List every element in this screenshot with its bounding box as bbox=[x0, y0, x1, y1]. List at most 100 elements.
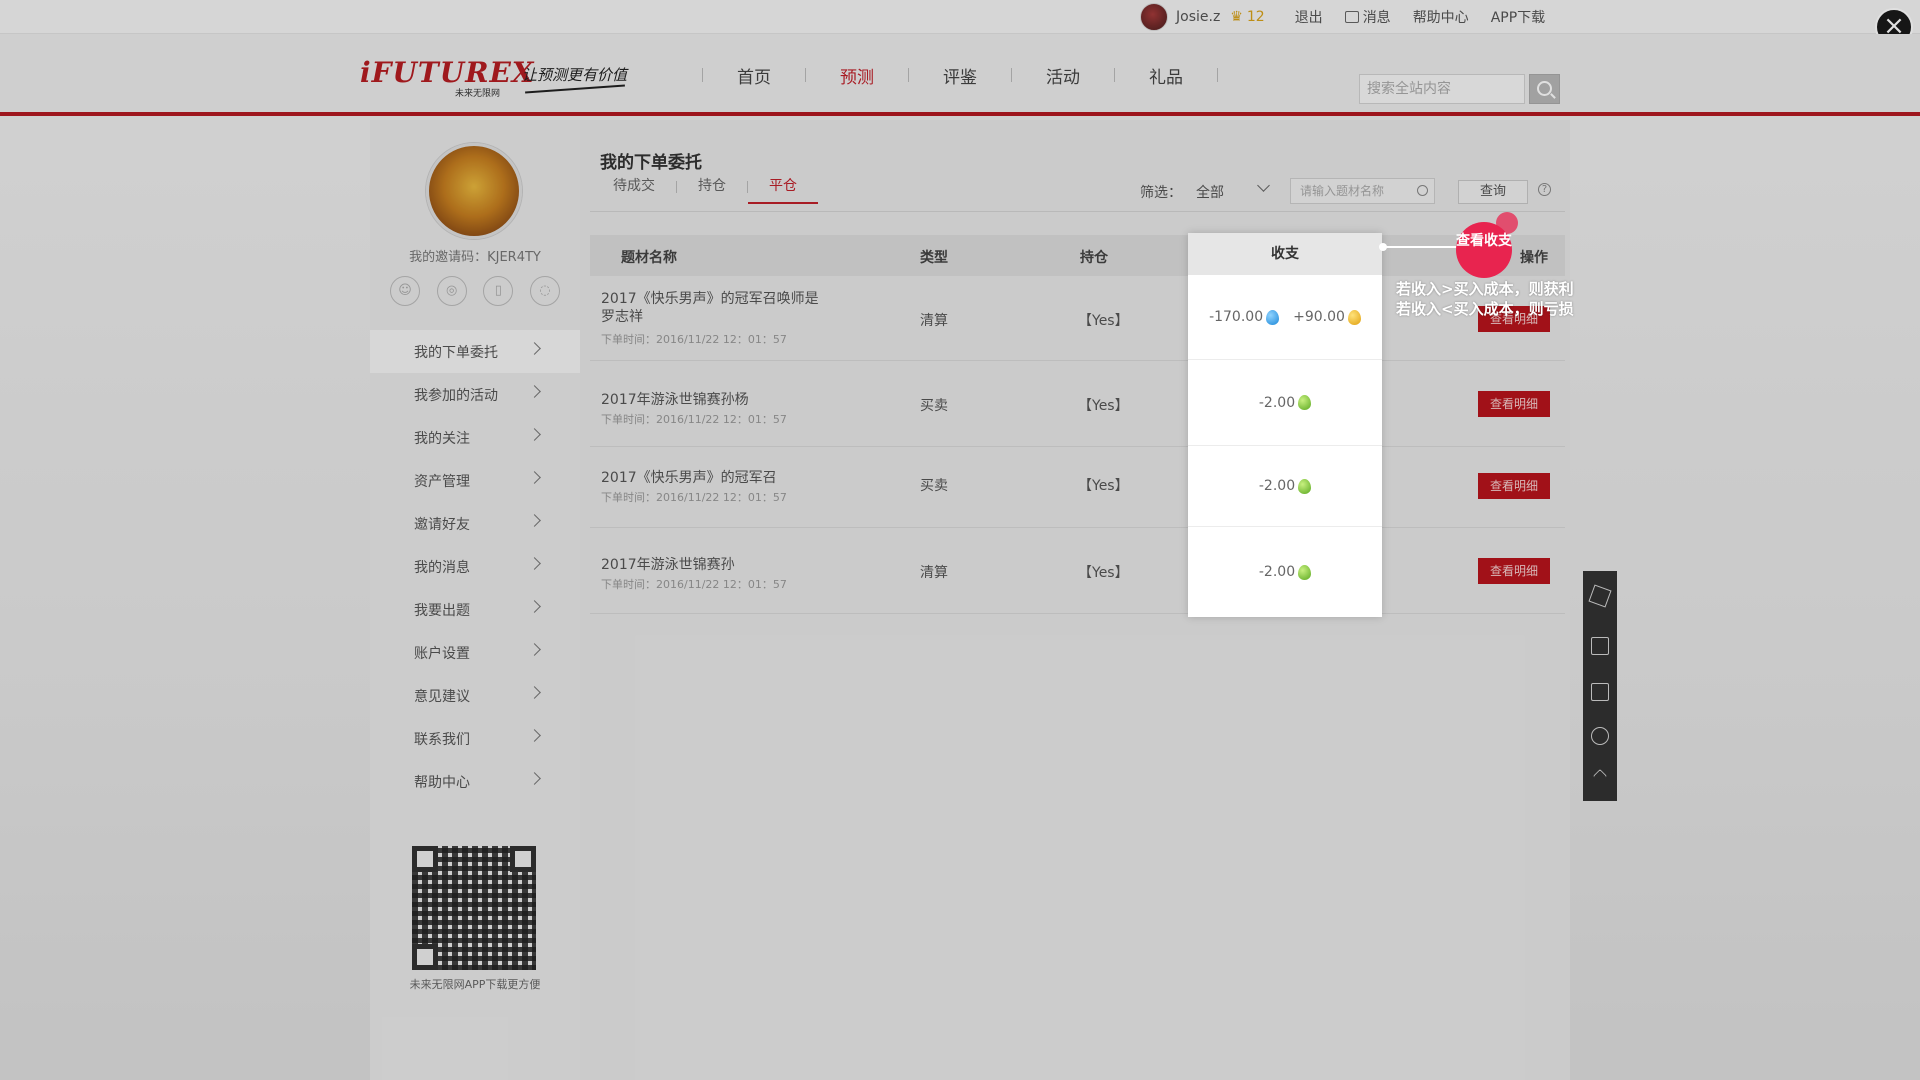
order-tabs: 待成交 持仓 平仓 bbox=[592, 174, 818, 204]
crown-icon: ♛ bbox=[1230, 9, 1243, 25]
sidebar-item-orders[interactable]: 我的下单委托 bbox=[370, 330, 580, 373]
table-row: 2017年游泳世锦赛孙 下单时间：2016/11/22 12：01：57 清算 … bbox=[590, 528, 1565, 614]
gold-coin-icon bbox=[1347, 309, 1361, 325]
sidebar-item-submit-topic[interactable]: 我要出题 bbox=[370, 588, 580, 631]
income-negative: -170.00 bbox=[1209, 309, 1264, 325]
floating-toolbar bbox=[1583, 571, 1617, 801]
order-time: 下单时间：2016/11/22 12：01：57 bbox=[601, 578, 787, 591]
order-type: 买卖 bbox=[920, 478, 948, 494]
sidebar-item-activities[interactable]: 我参加的活动 bbox=[370, 373, 580, 416]
logout-link[interactable]: 退出 bbox=[1295, 7, 1323, 27]
wechat-icon[interactable]: ◌ bbox=[529, 276, 560, 306]
topic-search-placeholder: 请输入题材名称 bbox=[1300, 184, 1385, 198]
order-position: 【Yes】 bbox=[1078, 398, 1129, 414]
user-icon[interactable] bbox=[1591, 727, 1609, 745]
tab-pending[interactable]: 待成交 bbox=[592, 174, 676, 204]
view-detail-button[interactable]: 查看明细 bbox=[1478, 558, 1550, 584]
main-panel: 我的下单委托 待成交 持仓 平仓 筛选： 全部 请输入题材名称 查询 ? 题材名… bbox=[580, 120, 1570, 1080]
green-coin-icon bbox=[1298, 395, 1312, 410]
sidebar-item-invite[interactable]: 邀请好友 bbox=[370, 502, 580, 545]
chevron-down-icon[interactable] bbox=[1257, 179, 1270, 192]
sidebar-item-feedback[interactable]: 意见建议 bbox=[370, 674, 580, 717]
tab-holding[interactable]: 持仓 bbox=[677, 174, 747, 204]
order-time: 下单时间：2016/11/22 12：01：57 bbox=[601, 333, 787, 346]
order-type: 清算 bbox=[920, 565, 948, 581]
calendar-check-icon[interactable] bbox=[1591, 683, 1609, 701]
username[interactable]: Josie.z bbox=[1176, 9, 1220, 25]
callout-text: 若收入>买入成本，则获利 若收入<买入成本，则亏损 bbox=[1396, 279, 1574, 319]
send-icon[interactable] bbox=[1588, 584, 1612, 608]
query-button[interactable]: 查询 bbox=[1458, 180, 1528, 204]
search-icon bbox=[1537, 81, 1552, 96]
sidebar-item-help[interactable]: 帮助中心 bbox=[370, 760, 580, 803]
topic-name[interactable]: 2017《快乐男声》的冠军召 bbox=[601, 469, 821, 487]
callout-anchor-dot bbox=[1379, 243, 1387, 251]
page-title: 我的下单委托 bbox=[600, 153, 702, 173]
filter-label: 筛选： bbox=[1140, 185, 1182, 201]
chevron-right-icon bbox=[528, 385, 541, 398]
col-name: 题材名称 bbox=[621, 250, 677, 266]
topic-search-input[interactable]: 请输入题材名称 bbox=[1290, 178, 1435, 204]
tab-closed[interactable]: 平仓 bbox=[748, 174, 818, 204]
green-coin-icon bbox=[1298, 564, 1312, 580]
weibo-icon[interactable]: ◎ bbox=[436, 276, 467, 306]
green-coin-icon bbox=[1298, 478, 1312, 494]
order-position: 【Yes】 bbox=[1078, 313, 1129, 329]
qr-caption: 未来无限网APP下载更方便 bbox=[409, 978, 541, 991]
logo-subtitle: 未来无限网 bbox=[455, 89, 501, 99]
main-nav: 首页 预测 评鉴 活动 礼品 bbox=[702, 34, 1218, 116]
user-profile-icon[interactable]: ☺ bbox=[390, 276, 420, 306]
order-type: 买卖 bbox=[920, 398, 948, 414]
chevron-right-icon bbox=[528, 772, 541, 785]
nav-predict[interactable]: 预测 bbox=[806, 63, 908, 88]
sidebar-item-assets[interactable]: 资产管理 bbox=[370, 459, 580, 502]
user-avatar[interactable] bbox=[1140, 3, 1168, 31]
sidebar-item-label: 我要出题 bbox=[414, 602, 470, 619]
nav-gift[interactable]: 礼品 bbox=[1115, 63, 1217, 88]
col-action: 操作 bbox=[1520, 250, 1548, 266]
topic-name[interactable]: 2017年游泳世锦赛孙 bbox=[601, 556, 821, 574]
sidebar-item-follows[interactable]: 我的关注 bbox=[370, 416, 580, 459]
sidebar-item-label: 邀请好友 bbox=[414, 516, 470, 533]
income-positive: +90.00 bbox=[1293, 309, 1345, 325]
edit-icon[interactable] bbox=[1591, 637, 1609, 655]
help-center-link[interactable]: 帮助中心 bbox=[1413, 7, 1469, 27]
income-value: -2.00 bbox=[1258, 478, 1296, 494]
sidebar-item-account[interactable]: 账户设置 bbox=[370, 631, 580, 674]
callout-bubble[interactable]: 查看收支 bbox=[1456, 222, 1512, 278]
back-to-top-icon[interactable] bbox=[1592, 768, 1608, 784]
topic-name[interactable]: 2017年游泳世锦赛孙杨 bbox=[601, 391, 821, 409]
chevron-right-icon bbox=[528, 342, 541, 355]
site-search-input[interactable]: 搜索全站内容 bbox=[1359, 74, 1525, 104]
messages-link[interactable]: 消息 bbox=[1363, 7, 1391, 27]
help-icon[interactable]: ? bbox=[1538, 183, 1551, 196]
nav-review[interactable]: 评鉴 bbox=[909, 63, 1011, 88]
filter-select[interactable]: 全部 bbox=[1196, 182, 1224, 202]
sidebar-item-contact[interactable]: 联系我们 bbox=[370, 717, 580, 760]
sidebar-item-messages[interactable]: 我的消息 bbox=[370, 545, 580, 588]
mobile-icon[interactable]: ▯ bbox=[483, 276, 514, 306]
view-detail-button[interactable]: 查看明细 bbox=[1478, 391, 1550, 417]
income-cell: -170.00 +90.00 bbox=[1188, 275, 1382, 360]
income-cell: -2.00 bbox=[1188, 360, 1382, 446]
logo[interactable]: iFUTUREX bbox=[360, 56, 535, 89]
site-search-button[interactable] bbox=[1529, 74, 1560, 104]
nav-home[interactable]: 首页 bbox=[703, 63, 805, 88]
sidebar-item-label: 我的关注 bbox=[414, 430, 470, 447]
view-detail-button[interactable]: 查看明细 bbox=[1478, 473, 1550, 499]
nav-divider bbox=[1217, 68, 1218, 82]
order-position: 【Yes】 bbox=[1078, 478, 1129, 494]
user-level: 12 bbox=[1246, 9, 1265, 25]
income-cell: -2.00 bbox=[1188, 527, 1382, 617]
col-position: 持仓 bbox=[1080, 250, 1108, 266]
chevron-right-icon bbox=[528, 600, 541, 613]
chevron-right-icon bbox=[528, 514, 541, 527]
callout-line-loss: 若收入<买入成本，则亏损 bbox=[1396, 300, 1574, 318]
sidebar-item-label: 我的下单委托 bbox=[414, 344, 498, 361]
callout-line-profit: 若收入>买入成本，则获利 bbox=[1396, 280, 1574, 298]
profile-avatar[interactable] bbox=[426, 143, 522, 239]
nav-activity[interactable]: 活动 bbox=[1012, 63, 1114, 88]
social-links: ☺ ◎ ▯ ◌ bbox=[390, 276, 560, 306]
topic-name[interactable]: 2017《快乐男声》的冠军召唤师是罗志祥 bbox=[601, 290, 821, 326]
app-download-link[interactable]: APP下载 bbox=[1491, 7, 1545, 27]
